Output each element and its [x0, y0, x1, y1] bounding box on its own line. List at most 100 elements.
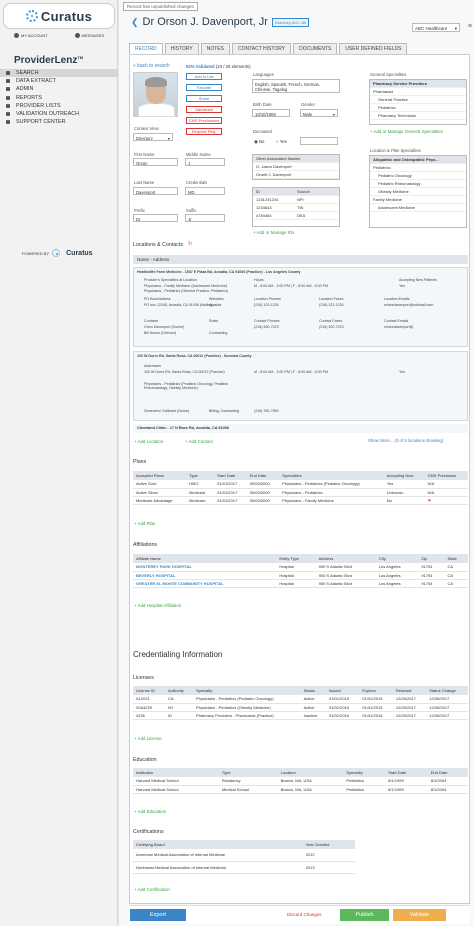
location-name[interactable]: Cleveland Clinic - 17 N Race Rd, Arcadia… — [133, 424, 468, 433]
table-row[interactable]: Harvard Medical School Medical School Bost… — [133, 785, 468, 794]
context-view-select[interactable]: Directory ▾ — [133, 133, 173, 141]
table-row[interactable]: Medicare Advantage Medicare 01/01/2017 00/0… — [133, 496, 468, 505]
add-affiliation-link[interactable]: + Add Hospital Affiliation — [134, 603, 181, 608]
spec-item[interactable]: Pharmacist — [370, 88, 466, 96]
col-header[interactable]: Entity Type — [276, 554, 316, 563]
location-name[interactable]: Heathcliffe Farm Medicine - 1537 E Plaza… — [137, 270, 300, 274]
tab-history[interactable]: HISTORY — [164, 43, 199, 54]
table-row[interactable]: Active Silver Medicaid 01/01/2017 00/00/000… — [133, 488, 468, 497]
spec-item[interactable]: General Practice — [370, 96, 466, 104]
col-header[interactable]: Start Date — [214, 471, 247, 480]
spec-item[interactable]: Family Medicine — [370, 196, 466, 204]
nav-search[interactable]: SEARCH — [0, 69, 118, 78]
col-header[interactable]: Location — [277, 768, 344, 777]
birth-date-field[interactable]: 10/10/1982 — [252, 109, 290, 117]
add-plan-link[interactable]: + Add Plan — [134, 521, 155, 526]
add-contact-link[interactable]: + Add Contact — [185, 439, 213, 444]
col-header[interactable]: Renewal — [392, 686, 427, 695]
contact-value[interactable]: Genevieve Gallicant (Nurse) — [144, 409, 189, 413]
id-row[interactable]: 1231231234 NPI — [253, 196, 339, 204]
deceased-date-field[interactable] — [300, 137, 338, 145]
other-name-item[interactable]: Orwell J. Davenport — [253, 171, 339, 179]
table-row[interactable]: American Medical Association of Internal… — [133, 849, 355, 862]
tab-user-defined-fields[interactable]: USER DEFINED FIELDS — [339, 43, 408, 54]
tab-notes[interactable]: NOTES — [200, 43, 230, 54]
nav-validation-outreach[interactable]: VALIDATION OUTREACH — [0, 110, 118, 118]
spec-item[interactable]: Pediatrics — [370, 104, 466, 112]
back-arrow-icon[interactable]: ❮ — [131, 17, 139, 28]
curatus-logo[interactable]: Curatus — [3, 3, 115, 29]
messages-link[interactable]: MESSAGES — [74, 33, 104, 39]
col-header[interactable]: Expires — [359, 686, 393, 695]
col-header[interactable]: City — [375, 554, 419, 563]
credentials-field[interactable]: MD — [185, 187, 225, 195]
col-header[interactable]: Authority — [164, 686, 193, 695]
table-row[interactable]: BEVERLY HOSPITAL Hospital 900 S Atlantic B… — [133, 571, 468, 580]
col-header[interactable]: Specialty — [192, 686, 301, 695]
validate-button[interactable]: Validate — [393, 909, 446, 921]
col-header[interactable]: End Date — [427, 768, 468, 777]
discard-changes-link[interactable]: Discard Changes — [287, 912, 322, 917]
table-row[interactable]: Active Gold HMO 01/01/2017 00/00/0000 Physic… — [133, 480, 468, 489]
location-name[interactable]: 100 W Dorrs Rd, Santa Rosa, CA 00012 (Pr… — [137, 354, 252, 358]
share-button[interactable]: Share — [186, 95, 222, 102]
add-general-specialties-link[interactable]: + Add or Manage General Specialties — [370, 129, 443, 134]
col-header[interactable]: Institution — [133, 768, 219, 777]
spec-item[interactable]: Pharmacy Technician — [370, 112, 466, 120]
spec-item[interactable]: Pediatric Oncology — [370, 172, 466, 180]
col-header[interactable]: Issued — [326, 686, 360, 695]
export-button[interactable]: Export — [130, 909, 186, 921]
spec-item[interactable]: Pediatric Rheumatology — [370, 180, 466, 188]
spec-item[interactable]: Obesity Medicine — [370, 188, 466, 196]
request-reg-button[interactable]: Request Reg. — [186, 128, 222, 135]
add-ids-link[interactable]: + Add or Manage IDs — [253, 230, 294, 235]
org-select[interactable]: ABC Healthcare ▾ — [412, 23, 460, 32]
nav-admin[interactable]: ADMIN — [0, 85, 118, 93]
suffix-field[interactable]: Jr — [185, 214, 225, 222]
deceased-yes-radio[interactable]: ○ Yes — [276, 139, 287, 144]
show-more-link[interactable]: Show More... (3 of 9 locations showing) — [368, 438, 443, 443]
last-name-field[interactable]: Davenport — [133, 187, 178, 195]
contact-value[interactable]: Bill Haven (Director) — [144, 331, 176, 335]
languages-field[interactable]: English, Spanish, French, German, Chines… — [252, 79, 340, 93]
back-to-search-link[interactable]: « back to search — [133, 63, 170, 69]
col-header[interactable]: End Date — [246, 471, 280, 480]
publish-button[interactable]: Publish — [340, 909, 389, 921]
col-header[interactable]: Year Granted — [302, 840, 355, 849]
col-header[interactable]: Status — [300, 686, 326, 695]
col-header[interactable]: Affiliate Name — [133, 554, 277, 563]
table-row[interactable]: GREATER EL MONTE COMMUNITY HOSPITAL Hospi… — [133, 579, 468, 588]
header-menu-icon[interactable]: ≡ — [468, 23, 472, 30]
col-header[interactable]: Type — [218, 768, 278, 777]
prefix-field[interactable]: Dr — [133, 214, 178, 222]
refresh-icon[interactable]: ↻ — [188, 241, 192, 247]
id-row[interactable]: 4784484 DEA — [253, 212, 339, 220]
col-header[interactable]: Start Date — [385, 768, 428, 777]
contact-value[interactable]: Orion Davenport (Doctor) — [144, 325, 184, 329]
first-name-field[interactable]: Orson — [133, 158, 178, 166]
middle-name-field[interactable]: J — [185, 158, 225, 166]
tab-contact-history[interactable]: CONTACT HISTORY — [231, 43, 292, 54]
nav-reports[interactable]: REPORTS — [0, 94, 118, 102]
deceased-no-radio[interactable]: ◉ No — [254, 139, 264, 145]
col-header[interactable]: License ID — [133, 686, 165, 695]
col-header[interactable]: Address — [315, 554, 376, 563]
col-header[interactable]: State — [444, 554, 468, 563]
add-license-link[interactable]: + Add License — [134, 736, 162, 741]
col-header[interactable]: Accepted Plans — [133, 471, 187, 480]
other-name-item[interactable]: O. Jason Davenport — [253, 163, 339, 171]
nav-support-center[interactable]: SUPPORT CENTER — [0, 118, 118, 126]
spec-item[interactable]: Adolescent Medicine — [370, 204, 466, 212]
add-education-link[interactable]: + Add Education — [134, 809, 166, 814]
favorite-button[interactable]: Favorite — [186, 84, 222, 91]
table-row[interactable]: Northwest Medical Association of Interna… — [133, 861, 355, 874]
table-row[interactable]: MONTEREY PARK HOSPITAL Hospital 900 S Atla… — [133, 563, 468, 572]
add-to-list-button[interactable]: Add to List — [186, 73, 222, 80]
col-header[interactable]: Zip — [418, 554, 445, 563]
add-location-link[interactable]: + Add Location — [134, 439, 163, 444]
id-row[interactable]: 1234643 TIN — [253, 204, 339, 212]
nav-data-extract[interactable]: DATA EXTRACT — [0, 77, 118, 85]
cms-preclusions-button[interactable]: CMS Preclusions — [186, 117, 222, 124]
gender-select[interactable]: Male ▾ — [300, 109, 338, 117]
add-certification-link[interactable]: + Add Certification — [134, 887, 170, 892]
